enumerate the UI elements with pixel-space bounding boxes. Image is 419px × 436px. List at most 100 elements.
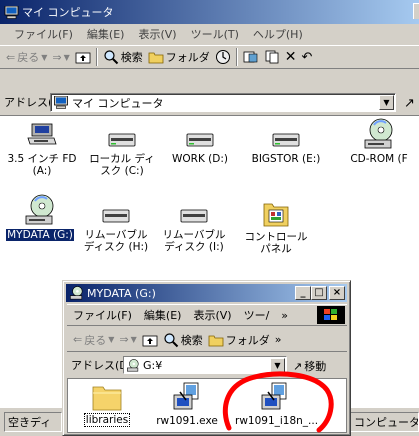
toolbar-overflow[interactable]: » (275, 333, 282, 346)
search-button[interactable]: 検索 (103, 49, 143, 65)
close-button[interactable]: × (329, 286, 345, 300)
back-arrow-icon: ⇐ (73, 333, 83, 346)
back-button[interactable]: ⇐ 戻る ▼ (6, 49, 47, 65)
cd-drive-icon (70, 286, 83, 300)
main-addressbar: アドレス(D) マイ コンピュータ ▼ ↗ (0, 90, 419, 114)
drive-item-e[interactable]: BIGSTOR (E:) (250, 122, 322, 165)
search-button[interactable]: 検索 (163, 332, 203, 348)
removable-disk-icon (102, 209, 130, 223)
mydata-title: MYDATA (G:) (87, 286, 156, 300)
drive-item-c[interactable]: ローカル ディスク (C:) (86, 122, 158, 177)
up-folder-button[interactable] (75, 50, 91, 64)
menu-edit[interactable]: 編集(E) (144, 307, 182, 323)
up-folder-icon (142, 335, 158, 346)
history-icon (215, 50, 230, 64)
maximize-icon: □ (314, 287, 324, 298)
minimize-button[interactable] (413, 3, 419, 19)
back-label: 戻る (84, 333, 107, 347)
search-icon (104, 50, 118, 65)
menu-view[interactable]: 表示(V) (193, 307, 231, 323)
menu-tools[interactable]: ツー/ (244, 307, 270, 323)
drive-label: BIGSTOR (E:) (251, 153, 321, 165)
minimize-button[interactable]: _ (295, 286, 311, 300)
close-icon: × (332, 287, 342, 298)
drive-label: リムーバブル ディスク (H:) (83, 229, 149, 253)
history-button[interactable] (215, 49, 231, 65)
copy-to-button[interactable] (264, 50, 280, 64)
drive-item-i[interactable]: リムーバブル ディスク (I:) (158, 202, 230, 253)
folders-button[interactable]: フォルダ (148, 49, 210, 65)
drive-label: リムーバブル ディスク (I:) (162, 229, 226, 253)
drive-item-d[interactable]: WORK (D:) (164, 122, 236, 165)
toolbar-separator (95, 48, 98, 66)
back-button[interactable]: ⇐ 戻る ▼ (73, 332, 114, 348)
menu-view[interactable]: 表示(V) (138, 26, 176, 42)
chevron-down-icon: ▼ (383, 98, 390, 107)
folders-icon (148, 52, 164, 64)
move-to-button[interactable] (243, 50, 259, 64)
menu-edit[interactable]: 編集(E) (87, 26, 125, 42)
up-folder-button[interactable] (142, 333, 158, 347)
file-label: libraries (83, 413, 131, 427)
hard-disk-icon (186, 133, 214, 147)
forward-arrow-icon: ⇒ (119, 333, 129, 346)
window-buttons: _ □ × (295, 286, 345, 300)
drive-item-f[interactable]: CD-ROM (F (339, 118, 419, 165)
control-panel-icon (263, 203, 289, 227)
back-label: 戻る (17, 51, 40, 64)
address-input[interactable]: マイ コンピュータ ▼ (50, 93, 396, 112)
folders-button[interactable]: フォルダ (208, 332, 270, 348)
address-dropdown-button[interactable]: ▼ (379, 95, 394, 110)
folders-label: フォルダ (225, 333, 270, 347)
cd-drive-icon (25, 194, 54, 225)
undo-button[interactable]: ↶ (301, 50, 312, 65)
drive-item-a[interactable]: 3.5 インチ FD (A:) (6, 122, 78, 177)
search-label: 検索 (120, 51, 143, 64)
folder-item-libraries[interactable]: libraries (74, 382, 140, 427)
move-to-icon (243, 51, 258, 63)
status-text-left: 空きディ (8, 416, 52, 429)
removable-disk-icon (180, 209, 208, 223)
file-item-rw1091-exe[interactable]: rw1091.exe (154, 381, 220, 427)
mydata-titlebar[interactable]: MYDATA (G:) _ □ × (66, 284, 347, 302)
main-titlebar[interactable]: マイ コンピュータ (0, 0, 419, 24)
chevron-down-icon: ▼ (274, 361, 281, 370)
delete-button[interactable]: ✕ (285, 49, 297, 65)
status-text-right: コンピュータ (354, 416, 419, 429)
drive-item-h[interactable]: リムーバブル ディスク (H:) (80, 202, 152, 253)
hard-disk-icon (272, 133, 300, 147)
folders-icon (208, 335, 224, 346)
search-icon (164, 332, 178, 347)
chevron-down-icon: ▼ (63, 52, 70, 62)
menu-file[interactable]: ファイル(F) (14, 26, 73, 42)
control-panel-label: コントロール パネル (244, 231, 308, 255)
go-arrow-icon[interactable]: ↗ (404, 96, 415, 111)
cd-drive-icon (127, 358, 139, 371)
address-value: G:¥ (143, 358, 163, 372)
drive-label: ローカル ディスク (C:) (89, 153, 155, 177)
control-panel-item[interactable]: コントロール パネル (240, 198, 312, 255)
main-menubar: ファイル(F) 編集(E) 表示(V) ツール(T) ヘルプ(H) (0, 24, 419, 44)
installer-icon (173, 382, 199, 410)
main-title: マイ コンピュータ (22, 6, 114, 19)
hard-disk-icon (108, 133, 136, 147)
drive-label: WORK (D:) (172, 153, 228, 165)
drive-label: CD-ROM (F (350, 153, 408, 165)
maximize-button[interactable]: □ (311, 286, 327, 300)
menu-help[interactable]: ヘルプ(H) (253, 26, 303, 42)
back-arrow-icon: ⇐ (6, 50, 16, 64)
forward-button[interactable]: ⇒ ▼ (52, 51, 69, 64)
address-value: マイ コンピュータ (72, 96, 164, 110)
floppy-drive-icon (27, 123, 57, 145)
forward-button[interactable]: ⇒ ▼ (119, 333, 136, 346)
menu-tools[interactable]: ツール(T) (191, 26, 239, 42)
folders-label: フォルダ (165, 51, 210, 64)
menu-file[interactable]: ファイル(F) (73, 307, 132, 323)
red-annotation-circle (222, 371, 334, 433)
my-computer-icon (4, 5, 19, 19)
windows-logo-icon (317, 306, 345, 324)
drive-item-g[interactable]: MYDATA (G:) (4, 194, 76, 241)
menu-overflow[interactable]: » (281, 309, 288, 322)
chevron-down-icon: ▼ (41, 52, 48, 62)
toolbar-separator (235, 48, 238, 66)
